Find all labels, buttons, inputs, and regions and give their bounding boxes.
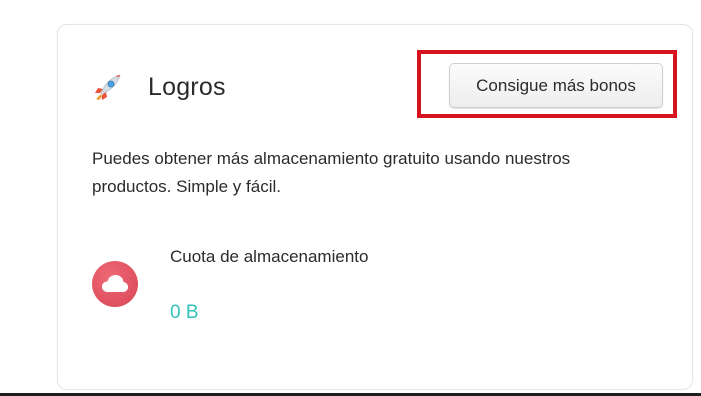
page: Logros Consigue más bonos Puedes obtener… [0,0,701,396]
cloud-icon [92,261,138,307]
storage-quota-label: Cuota de almacenamiento [170,247,369,266]
get-more-bonuses-button[interactable]: Consigue más bonos [449,63,663,108]
card-description: Puedes obtener más almacenamiento gratui… [92,149,571,196]
card-title: Logros [148,72,226,101]
achievements-card: Logros Consigue más bonos Puedes obtener… [57,24,693,390]
rocket-icon [92,71,124,103]
card-header: Logros [92,69,226,105]
storage-quota-value: 0 B [170,302,199,323]
